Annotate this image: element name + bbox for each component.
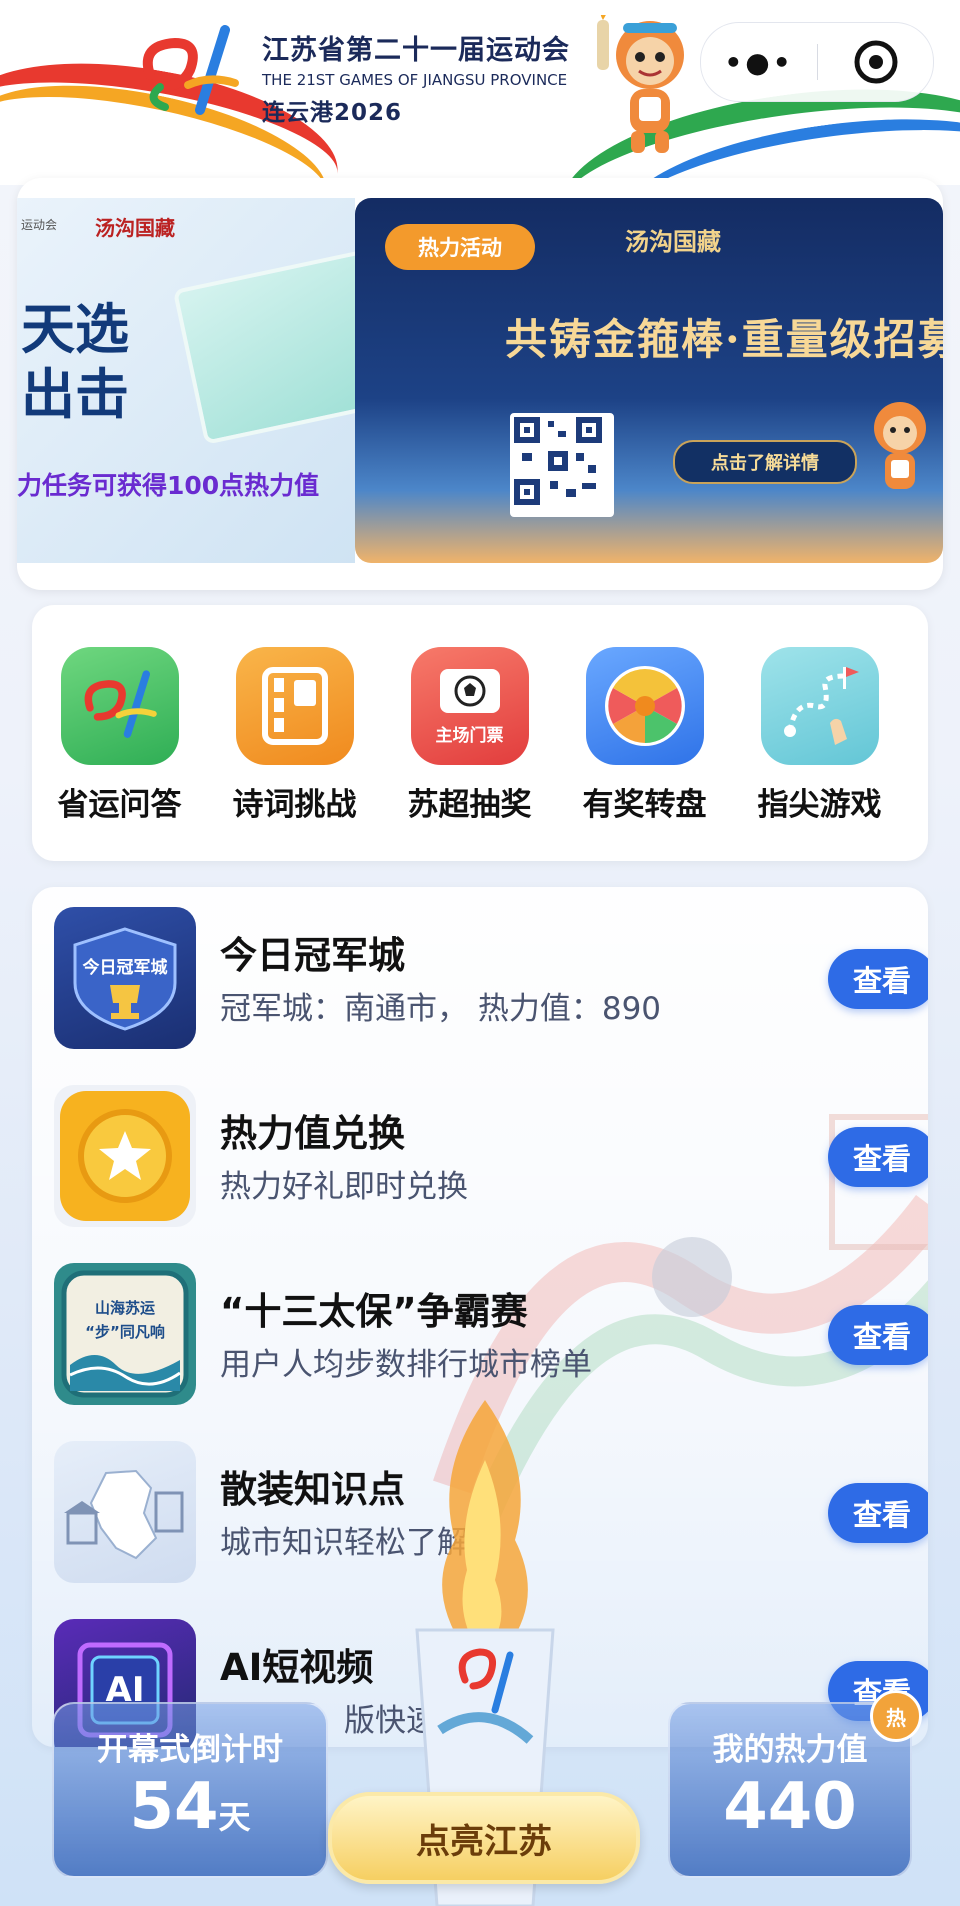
banner-slide-right[interactable]: 热力活动 汤沟国藏 共铸金箍棒·重量级招募 点击了解详情	[355, 198, 943, 563]
countdown-label: 开幕式倒计时	[97, 1732, 283, 1768]
map-knowledge-icon	[54, 1441, 196, 1583]
banner-left-task-text: 力任务可获得100点热力值	[17, 471, 320, 500]
grid-label: 有奖转盘	[582, 787, 707, 823]
qr-code-icon	[510, 413, 614, 517]
laptop-illustration	[172, 249, 355, 445]
gold-coin-star-icon	[54, 1085, 196, 1227]
mini-program-capsule: •●•	[700, 22, 934, 102]
grid-item-finger-game[interactable]: 指尖游戏	[732, 605, 907, 861]
list-item-title: 散装知识点	[220, 1468, 405, 1511]
grid-label: 诗词挑战	[232, 787, 357, 823]
banner-right-headline: 共铸金箍棒·重量级招募	[505, 315, 943, 364]
grid-label: 指尖游戏	[757, 787, 882, 823]
list-item-subtitle: 冠军城：南通市， 热力值：890	[220, 991, 662, 1027]
games-title-cn: 江苏省第二十一届运动会	[262, 35, 570, 66]
heat-value: 440	[723, 1770, 857, 1844]
games-logo-icon	[142, 25, 239, 115]
hot-badge: 热	[870, 1690, 922, 1742]
wheel-icon	[585, 647, 704, 765]
light-up-jiangsu-button[interactable]: 点亮江苏	[328, 1792, 640, 1884]
grid-item-quiz[interactable]: 省运问答	[32, 605, 207, 861]
ticket-icon-text: 主场门票	[435, 725, 504, 746]
more-dots-icon[interactable]: •●•	[701, 46, 817, 79]
target-circle-icon[interactable]	[818, 38, 933, 86]
banner-left-brand: 汤沟国藏	[95, 216, 175, 240]
banner-detail-button[interactable]: 点击了解详情	[673, 440, 857, 484]
grid-item-wheel[interactable]: 有奖转盘	[557, 605, 732, 861]
view-button[interactable]: 查看	[828, 1127, 928, 1187]
svg-text:山海苏运: 山海苏运	[95, 1299, 155, 1317]
games-title: 江苏省第二十一届运动会 THE 21ST GAMES OF JIANGSU PR…	[262, 28, 570, 127]
list-item-title: 今日冠军城	[220, 934, 405, 977]
view-button[interactable]: 查看	[828, 1305, 928, 1365]
view-button[interactable]: 查看	[828, 949, 928, 1009]
map-path-icon	[760, 647, 879, 765]
ticket-icon: 主场门票	[410, 647, 529, 765]
feature-grid: 省运问答 诗词挑战 主场门票 苏超抽奖 有奖转盘 指尖游戏	[32, 605, 928, 861]
list-item-subtitle: 用户人均步数排行城市榜单	[220, 1347, 592, 1383]
grid-item-lottery[interactable]: 主场门票 苏超抽奖	[382, 605, 557, 861]
games-title-en: THE 21ST GAMES OF JIANGSU PROVINCE	[262, 71, 568, 89]
banner-left-headline: 天选 出击	[21, 298, 129, 426]
header: 江苏省第二十一届运动会 THE 21ST GAMES OF JIANGSU PR…	[0, 0, 960, 185]
banner-left-brand-small: 运动会	[21, 218, 58, 232]
champion-city-icon: 今日冠军城	[54, 907, 196, 1049]
hot-activity-tag: 热力活动	[385, 224, 535, 270]
banner-slide-left[interactable]: 运动会 汤沟国藏 天选 出击 力任务可获得100点热力值	[17, 198, 355, 563]
list-item[interactable]: 热力值兑换 热力好礼即时兑换 查看	[54, 1085, 928, 1227]
banner-right-brand: 汤沟国藏	[625, 227, 721, 256]
grid-item-poetry[interactable]: 诗词挑战	[207, 605, 382, 861]
list-item[interactable]: 今日冠军城 今日冠军城 冠军城：南通市， 热力值：890 查看	[54, 907, 928, 1049]
games-logo-icon	[60, 647, 179, 765]
champion-city-icon-text: 今日冠军城	[83, 957, 168, 978]
view-button[interactable]: 查看	[828, 1483, 928, 1543]
list-item-title: 热力值兑换	[220, 1112, 405, 1155]
promo-banner[interactable]: 运动会 汤沟国藏 天选 出击 力任务可获得100点热力值 热力活动 汤沟国藏 共…	[17, 178, 943, 590]
list-item-subtitle: 热力好礼即时兑换	[220, 1169, 468, 1205]
grid-label: 苏超抽奖	[407, 787, 532, 823]
countdown-card[interactable]: 开幕式倒计时 54天	[52, 1702, 328, 1878]
notebook-icon	[235, 647, 354, 765]
list-item-title: AI短视频	[220, 1646, 374, 1689]
countdown-value-wrap: 54天	[54, 1770, 326, 1844]
wave-badge-icon: 山海苏运 “步”同凡响	[54, 1263, 196, 1405]
countdown-unit: 天	[218, 1798, 251, 1836]
list-item[interactable]: 山海苏运 “步”同凡响 “十三太保”争霸赛 用户人均步数排行城市榜单 查看	[54, 1263, 928, 1405]
games-city-year: 连云港2026	[262, 100, 403, 126]
grid-label: 省运问答	[57, 787, 182, 823]
monkey-mascot-icon	[597, 15, 684, 153]
monkey-mascot-small-icon	[874, 402, 926, 489]
countdown-value: 54	[129, 1770, 219, 1844]
list-item-title: “十三太保”争霸赛	[220, 1290, 528, 1333]
svg-text:“步”同凡响: “步”同凡响	[85, 1323, 165, 1341]
